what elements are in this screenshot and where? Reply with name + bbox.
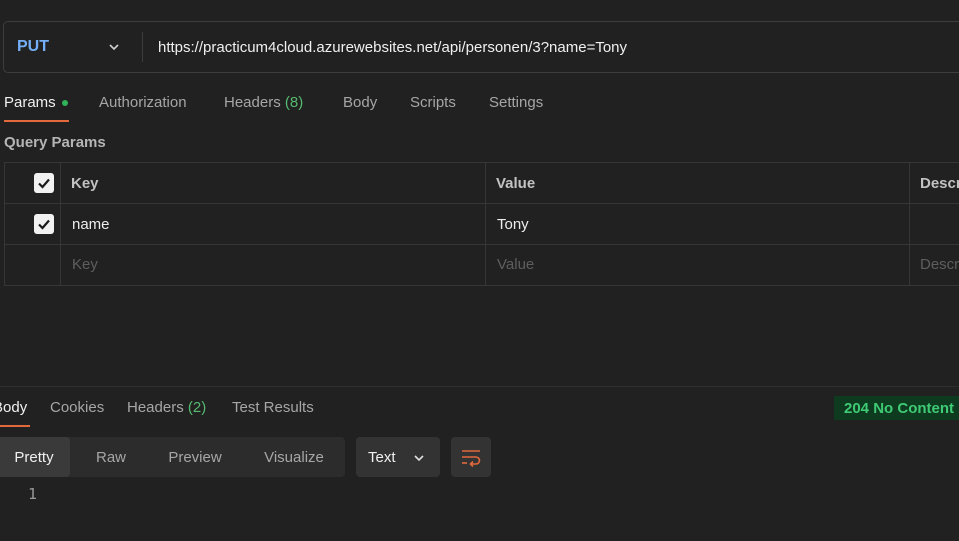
row-divider: [5, 244, 959, 245]
column-divider: [60, 163, 61, 285]
tab-headers-label: Headers: [224, 94, 281, 111]
response-tab-headers-label: Headers: [127, 399, 184, 416]
format-select[interactable]: Text: [356, 437, 440, 477]
checkmark-icon: [38, 219, 50, 230]
select-all-checkbox[interactable]: [34, 173, 54, 193]
tab-authorization-label: Authorization: [99, 94, 187, 111]
column-header-description: Descr: [920, 174, 959, 192]
response-tab-test-results[interactable]: Test Results: [232, 398, 314, 418]
request-url-bar: PUT https://practicum4cloud.azurewebsite…: [3, 21, 959, 73]
tab-params-underline: [4, 120, 69, 122]
response-tab-body-label: Body: [0, 399, 28, 416]
new-param-description-input[interactable]: Descr: [920, 244, 959, 284]
method-label: PUT: [17, 38, 49, 55]
column-header-value: Value: [496, 174, 536, 192]
new-param-value-input[interactable]: Value: [497, 244, 534, 284]
chevron-down-icon: [414, 455, 424, 462]
format-select-label: Text: [368, 448, 396, 466]
tab-params-label: Params: [4, 94, 56, 111]
tab-settings[interactable]: Settings: [489, 93, 543, 113]
tab-scripts[interactable]: Scripts: [410, 93, 456, 113]
response-divider: [0, 386, 959, 387]
tab-headers-count: (8): [284, 94, 304, 111]
response-tab-headers[interactable]: Headers (2): [127, 398, 206, 418]
tab-settings-label: Settings: [489, 94, 544, 111]
wrap-lines-icon: [462, 450, 481, 467]
param-value-cell[interactable]: Tony: [497, 204, 529, 244]
checkmark-icon: [38, 178, 50, 189]
view-mode-preview[interactable]: Preview: [154, 437, 236, 477]
params-active-dot: [62, 100, 68, 106]
param-row-checkbox[interactable]: [34, 214, 54, 234]
url-divider: [142, 32, 143, 62]
column-divider: [485, 163, 486, 285]
line-number: 1: [28, 485, 38, 503]
tab-body-label: Body: [343, 94, 378, 111]
query-params-table: Key Value Descr name Tony Key Value Desc…: [4, 162, 959, 286]
response-tab-body-underline: [0, 425, 30, 427]
query-params-title: Query Params: [4, 134, 106, 151]
column-header-key: Key: [71, 174, 99, 192]
tab-headers[interactable]: Headers (8): [224, 93, 303, 113]
response-tab-cookies[interactable]: Cookies: [50, 398, 104, 418]
tab-params[interactable]: Params: [4, 93, 56, 113]
row-divider: [5, 203, 959, 204]
response-tab-test-results-label: Test Results: [232, 399, 314, 416]
column-divider: [909, 163, 910, 285]
chevron-down-icon: [109, 44, 119, 51]
response-tab-cookies-label: Cookies: [50, 399, 105, 416]
view-mode-visualize[interactable]: Visualize: [250, 437, 338, 477]
new-param-key-input[interactable]: Key: [72, 244, 98, 284]
wrap-lines-button[interactable]: [451, 437, 491, 477]
method-select[interactable]: PUT: [17, 22, 143, 72]
param-key-cell[interactable]: name: [72, 204, 110, 244]
view-mode-pretty[interactable]: Pretty: [0, 437, 70, 477]
url-input[interactable]: https://practicum4cloud.azurewebsites.ne…: [158, 22, 627, 72]
status-badge: 204 No Content: [834, 396, 959, 420]
view-mode-raw[interactable]: Raw: [80, 437, 142, 477]
response-tab-body[interactable]: Body: [0, 398, 27, 418]
response-tab-headers-count: (2): [187, 399, 207, 416]
tab-body[interactable]: Body: [343, 93, 377, 113]
tab-scripts-label: Scripts: [410, 94, 456, 111]
tab-authorization[interactable]: Authorization: [99, 93, 187, 113]
